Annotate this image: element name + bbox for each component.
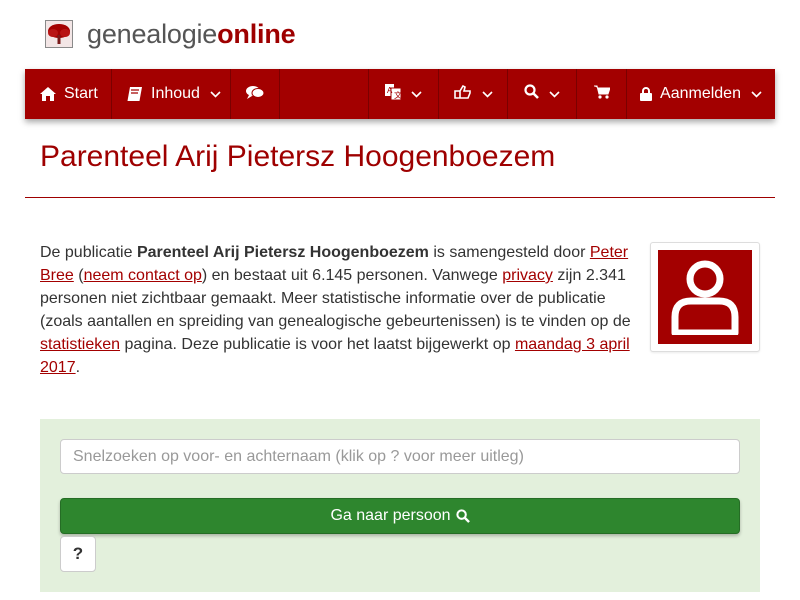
search-icon [524, 84, 539, 104]
nav-chat[interactable] [231, 69, 280, 119]
nav-login[interactable]: Aanmelden [627, 69, 775, 119]
publication-intro: De publicatie Parenteel Arij Pietersz Ho… [40, 241, 640, 379]
chat-icon [246, 85, 265, 104]
go-to-person-button[interactable]: Ga naar persoon [60, 498, 740, 534]
chevron-down-icon [210, 90, 221, 98]
chevron-down-icon [549, 90, 560, 98]
home-icon [40, 87, 56, 101]
intro-text: De publicatie [40, 244, 137, 261]
intro-text: ) en bestaat uit 6.145 personen. Vanwege [201, 267, 503, 284]
chevron-down-icon [411, 90, 422, 98]
svg-text:文: 文 [394, 90, 401, 100]
title-divider [25, 197, 775, 198]
chevron-down-icon [751, 90, 762, 98]
share-icon [453, 84, 472, 104]
search-icon [455, 509, 470, 523]
contact-link[interactable]: neem contact op [84, 267, 202, 284]
quick-search-panel: Ga naar persoon ? [40, 419, 760, 592]
nav-start-label: Start [64, 85, 98, 102]
site-name-part2: online [217, 18, 296, 49]
search-help-button[interactable]: ? [60, 536, 96, 572]
nav-share[interactable] [439, 69, 508, 119]
site-logo[interactable]: genealogieonline [45, 16, 296, 52]
nav-cart[interactable] [577, 69, 627, 119]
intro-text: is samengesteld door [428, 244, 590, 261]
nav-contents-label: Inhoud [151, 85, 200, 102]
nav-start[interactable]: Start [25, 69, 112, 119]
intro-text: pagina. Deze publicatie is voor het laat… [120, 336, 515, 353]
nav-search[interactable] [508, 69, 577, 119]
nav-language[interactable]: A文 [369, 69, 439, 119]
cart-icon [593, 85, 611, 104]
statistics-link[interactable]: statistieken [40, 336, 120, 353]
lock-icon [640, 87, 653, 101]
quick-search-input[interactable] [60, 439, 740, 474]
svg-text:A: A [387, 86, 393, 95]
publication-name: Parenteel Arij Pietersz Hoogenboezem [136, 244, 429, 261]
nav-spacer [280, 69, 369, 119]
privacy-link[interactable]: privacy [502, 267, 553, 284]
avatar [658, 250, 752, 344]
main-navbar: Start Inhoud A文 Aanmelden [25, 69, 775, 119]
go-to-person-label: Ga naar persoon [330, 507, 451, 524]
intro-text: ( [73, 267, 84, 284]
page-title: Parenteel Arij Pietersz Hoogenboezem [40, 140, 556, 173]
nav-contents[interactable]: Inhoud [112, 69, 231, 119]
nav-login-label: Aanmelden [660, 85, 741, 102]
book-icon [127, 87, 143, 101]
user-icon [665, 255, 745, 340]
chevron-down-icon [481, 90, 493, 98]
site-name: genealogieonline [87, 18, 296, 50]
site-name-part1: genealogie [87, 18, 218, 49]
translate-icon: A文 [385, 83, 402, 105]
author-avatar-frame [650, 242, 760, 352]
intro-text: . [75, 359, 81, 376]
tree-logo-icon [45, 20, 73, 48]
